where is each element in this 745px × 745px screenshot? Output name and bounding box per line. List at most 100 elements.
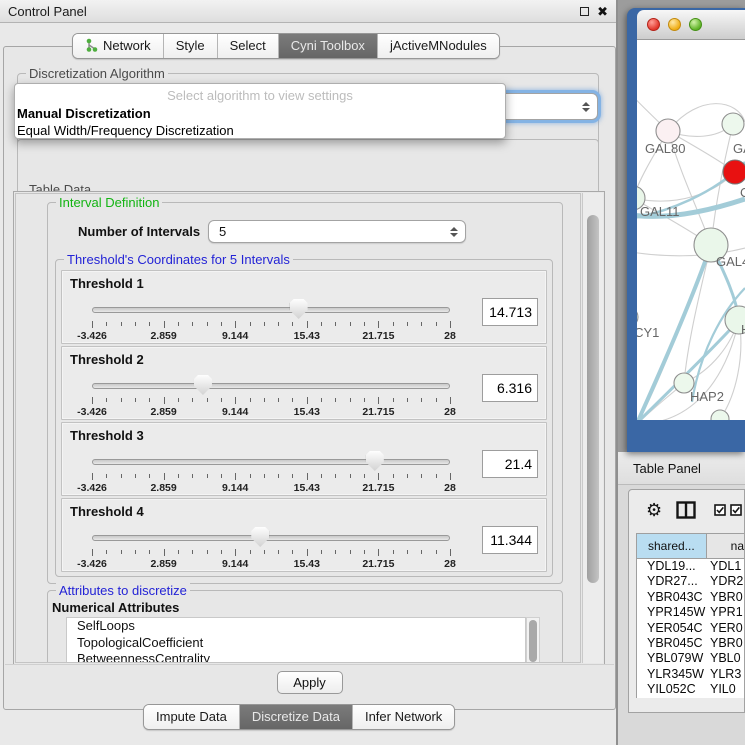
table-row[interactable]: YPR145WYPR1 <box>637 605 744 620</box>
threshold-value-field[interactable]: 11.344 <box>482 526 538 554</box>
slider-tick <box>92 397 93 404</box>
network-node-node-top-right[interactable] <box>722 113 744 135</box>
table-row[interactable]: YER054CYER0 <box>637 621 744 636</box>
threshold-value-field[interactable]: 14.713 <box>482 298 538 326</box>
checkbox-icon[interactable] <box>714 504 726 516</box>
cell-name[interactable]: YBR0 <box>707 636 744 651</box>
table-row[interactable]: YLR345WYLR3 <box>637 667 744 682</box>
dropdown-hint-item[interactable]: Select algorithm to view settings <box>15 86 505 105</box>
cell-shared-name[interactable]: YER054C <box>637 621 707 636</box>
slider-track[interactable] <box>92 307 450 313</box>
threshold-value-field[interactable]: 6.316 <box>482 374 538 402</box>
close-icon[interactable]: ✖ <box>597 7 608 16</box>
column-header-name[interactable]: na <box>707 534 744 558</box>
scrollbar-thumb[interactable] <box>529 620 537 662</box>
attribute-list-item[interactable]: BetweennessCentrality <box>67 651 525 663</box>
slider-tick <box>178 398 179 402</box>
table-row[interactable]: YIL052CYIL0 <box>637 682 744 697</box>
minimize-traffic-light[interactable] <box>668 18 681 31</box>
number-of-intervals-combobox[interactable]: 5 <box>208 220 466 243</box>
gear-icon[interactable]: ⚙ <box>646 501 662 519</box>
cell-shared-name[interactable]: YIL052C <box>637 682 707 697</box>
cell-name[interactable]: YIL0 <box>707 682 744 697</box>
cell-shared-name[interactable]: YPR145W <box>637 605 707 620</box>
slider-tick <box>436 398 437 402</box>
combo-value: 5 <box>219 224 226 239</box>
slider-tick <box>164 397 165 404</box>
apply-button[interactable]: Apply <box>277 671 343 694</box>
tab-network[interactable]: Network <box>73 34 164 58</box>
cell-name[interactable]: YER0 <box>707 621 744 636</box>
close-traffic-light[interactable] <box>647 18 660 31</box>
numerical-attributes-list[interactable]: SelfLoopsTopologicalCoefficientBetweenne… <box>66 617 526 663</box>
dropdown-item-equal-width-frequency[interactable]: Equal Width/Frequency Discretization <box>15 122 505 139</box>
network-node-node-bottom[interactable] <box>711 410 729 420</box>
slider-tick <box>121 322 122 326</box>
table-row[interactable]: YBR043CYBR0 <box>637 590 744 605</box>
cell-name[interactable]: YDL1 <box>707 559 744 574</box>
cell-shared-name[interactable]: YLR345W <box>637 667 707 682</box>
main-scrollbar[interactable] <box>582 193 603 663</box>
network-node-red-node[interactable] <box>723 160 745 184</box>
table-row[interactable]: YDR27...YDR2 <box>637 574 744 589</box>
cell-name[interactable]: YLR3 <box>707 667 744 682</box>
network-node-GCY1[interactable] <box>637 307 638 327</box>
checkbox-icon[interactable] <box>730 504 742 516</box>
slider-track[interactable] <box>92 535 450 541</box>
cell-shared-name[interactable]: YBL079W <box>637 651 707 666</box>
slider-tick-label: 2.859 <box>150 406 176 418</box>
tab-impute-data[interactable]: Impute Data <box>144 705 240 729</box>
split-columns-icon[interactable] <box>676 501 696 519</box>
slider-tick-label: 21.715 <box>362 330 394 342</box>
cell-name[interactable]: YBR0 <box>707 590 744 605</box>
threshold-value-field[interactable]: 21.4 <box>482 450 538 478</box>
cell-shared-name[interactable]: YBR045C <box>637 636 707 651</box>
cell-shared-name[interactable]: YDL19... <box>637 559 707 574</box>
slider-tick <box>393 398 394 402</box>
attribute-list-item[interactable]: SelfLoops <box>67 618 525 635</box>
table-row[interactable]: YBR045CYBR0 <box>637 636 744 651</box>
slider-tick <box>378 549 379 556</box>
slider-handle[interactable] <box>366 451 384 471</box>
slider-track[interactable] <box>92 459 450 465</box>
tab-jactivemnodules[interactable]: jActiveMNodules <box>378 34 499 58</box>
attributes-scrollbar[interactable] <box>526 617 540 663</box>
network-node-GAL80[interactable] <box>656 119 680 143</box>
cell-shared-name[interactable]: YDR27... <box>637 574 707 589</box>
slider-tick-label: 21.715 <box>362 406 394 418</box>
slider-tick-label: 9.144 <box>222 558 248 570</box>
table-toolbar: ⚙ <box>629 490 744 530</box>
interval-definition-group: Interval Definition Number of Intervals … <box>47 202 563 584</box>
dropdown-item-manual-discretization[interactable]: Manual Discretization <box>15 105 505 122</box>
column-header-shared-name[interactable]: shared... <box>637 534 707 558</box>
slider-tick <box>264 474 265 478</box>
zoom-traffic-light[interactable] <box>689 18 702 31</box>
network-canvas[interactable]: GAL80GACGAL11GAL4GCY1HHAP2 <box>637 40 745 420</box>
tab-select[interactable]: Select <box>218 34 279 58</box>
float-window-icon[interactable] <box>580 7 589 16</box>
slider-track[interactable] <box>92 383 450 389</box>
slider-tick <box>121 398 122 402</box>
cell-name[interactable]: YBL0 <box>707 651 744 666</box>
table-row[interactable]: YDL19...YDL1 <box>637 559 744 574</box>
slider-handle[interactable] <box>194 375 212 395</box>
cell-shared-name[interactable]: YBR043C <box>637 590 707 605</box>
number-of-intervals-label: Number of Intervals <box>78 224 200 239</box>
tab-infer-network[interactable]: Infer Network <box>353 705 454 729</box>
slider-tick <box>92 473 93 480</box>
slider-tick <box>207 550 208 554</box>
slider-tick <box>335 398 336 402</box>
settings-scrollpane: Interval Definition Number of Intervals … <box>13 191 605 665</box>
tab-cyni-toolbox[interactable]: Cyni Toolbox <box>279 34 378 58</box>
tab-style[interactable]: Style <box>164 34 218 58</box>
table-row[interactable]: YBL079WYBL0 <box>637 651 744 666</box>
cell-name[interactable]: YPR1 <box>707 605 744 620</box>
control-panel: Control Panel ✖ Network <box>0 0 618 745</box>
slider-handle[interactable] <box>251 527 269 547</box>
tab-discretize-data[interactable]: Discretize Data <box>240 705 353 729</box>
cell-name[interactable]: YDR2 <box>707 574 744 589</box>
scrollbar-thumb[interactable] <box>587 215 599 583</box>
slider-tick <box>436 474 437 478</box>
slider-handle[interactable] <box>290 299 308 319</box>
attribute-list-item[interactable]: TopologicalCoefficient <box>67 635 525 652</box>
